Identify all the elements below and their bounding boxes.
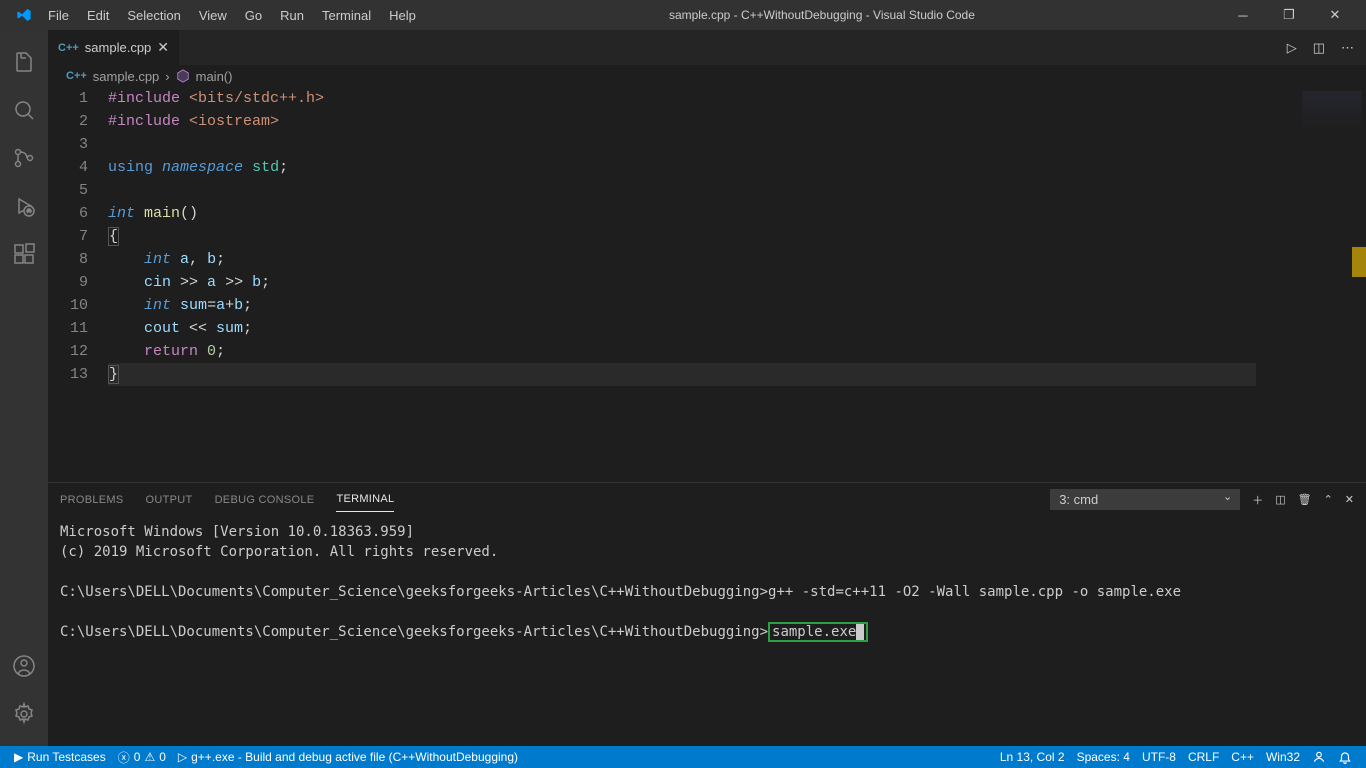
activity-bar: [0, 30, 48, 746]
split-terminal-icon[interactable]: ◫: [1275, 493, 1285, 506]
code-editor[interactable]: 12345678910111213 #include <bits/stdc++.…: [48, 87, 1366, 482]
panel-tab-terminal[interactable]: TERMINAL: [336, 487, 394, 512]
window-controls: ─ ❐ ✕: [1220, 0, 1358, 30]
run-testcases-button[interactable]: ▶ Run Testcases: [8, 746, 112, 768]
eol[interactable]: CRLF: [1182, 746, 1225, 768]
minimize-button[interactable]: ─: [1220, 0, 1266, 30]
breadcrumb-file: sample.cpp: [93, 69, 159, 84]
terminal-cursor: [856, 624, 864, 640]
tab-sample-cpp[interactable]: C++ sample.cpp ✕: [48, 30, 179, 65]
tab-label: sample.cpp: [85, 40, 151, 55]
panel-tabs: PROBLEMS OUTPUT DEBUG CONSOLE TERMINAL 3: c…: [48, 483, 1366, 516]
notifications-icon[interactable]: [1332, 746, 1358, 768]
language-mode[interactable]: C++: [1225, 746, 1260, 768]
build-task[interactable]: ▷ g++.exe - Build and debug active file …: [172, 746, 524, 768]
panel-tab-output[interactable]: OUTPUT: [146, 488, 193, 512]
explorer-icon[interactable]: [0, 38, 48, 86]
menu-file[interactable]: File: [40, 4, 77, 27]
feedback-icon[interactable]: [1306, 746, 1332, 768]
accounts-icon[interactable]: [0, 642, 48, 690]
platform[interactable]: Win32: [1260, 746, 1306, 768]
cursor-position[interactable]: Ln 13, Col 2: [994, 746, 1071, 768]
cpp-file-icon: C++: [66, 70, 87, 82]
source-control-icon[interactable]: [0, 134, 48, 182]
breadcrumb[interactable]: C++ sample.cpp › main(): [48, 65, 1366, 87]
extensions-icon[interactable]: [0, 230, 48, 278]
menu-bar: FileEditSelectionViewGoRunTerminalHelp: [40, 4, 424, 27]
encoding[interactable]: UTF-8: [1136, 746, 1182, 768]
run-icon[interactable]: ▷: [1287, 40, 1297, 56]
errors-warnings[interactable]: ⓧ 0 ⚠ 0: [112, 746, 172, 768]
panel-tab-problems[interactable]: PROBLEMS: [60, 488, 124, 512]
titlebar: FileEditSelectionViewGoRunTerminalHelp s…: [0, 0, 1366, 30]
run-debug-icon[interactable]: [0, 182, 48, 230]
tabs-bar: C++ sample.cpp ✕ ▷ ◫ ⋯: [48, 30, 1366, 65]
close-panel-icon[interactable]: ✕: [1345, 493, 1354, 506]
breadcrumb-symbol: main(): [196, 69, 233, 84]
cpp-file-icon: C++: [58, 42, 79, 54]
bottom-panel: PROBLEMS OUTPUT DEBUG CONSOLE TERMINAL 3: c…: [48, 482, 1366, 746]
code-content[interactable]: #include <bits/stdc++.h>#include <iostre…: [108, 87, 1366, 482]
settings-icon[interactable]: [0, 690, 48, 738]
terminal-output[interactable]: Microsoft Windows [Version 10.0.18363.95…: [48, 516, 1366, 746]
tab-close-icon[interactable]: ✕: [157, 39, 169, 56]
split-editor-icon[interactable]: ◫: [1313, 40, 1325, 56]
menu-selection[interactable]: Selection: [119, 4, 188, 27]
chevron-right-icon: ›: [165, 69, 169, 84]
status-bar: ▶ Run Testcases ⓧ 0 ⚠ 0 ▷ g++.exe - Buil…: [0, 746, 1366, 768]
menu-run[interactable]: Run: [272, 4, 312, 27]
scrollbar-marker: [1352, 247, 1366, 277]
vscode-logo-icon: [16, 7, 32, 23]
maximize-button[interactable]: ❐: [1266, 0, 1312, 30]
maximize-panel-icon[interactable]: ⌃: [1324, 493, 1333, 506]
more-actions-icon[interactable]: ⋯: [1341, 40, 1354, 56]
highlighted-command: sample.exe: [768, 622, 868, 642]
kill-terminal-icon[interactable]: 🗑: [1298, 493, 1312, 506]
tabs-actions: ▷ ◫ ⋯: [1287, 40, 1366, 56]
close-button[interactable]: ✕: [1312, 0, 1358, 30]
method-icon: [176, 69, 190, 83]
terminal-selector[interactable]: 3: cmd: [1050, 489, 1240, 510]
new-terminal-icon[interactable]: ＋: [1252, 492, 1263, 508]
menu-terminal[interactable]: Terminal: [314, 4, 379, 27]
indentation[interactable]: Spaces: 4: [1071, 746, 1136, 768]
line-numbers: 12345678910111213: [48, 87, 108, 482]
panel-actions: 3: cmd ＋ ◫ 🗑 ⌃ ✕: [1050, 489, 1354, 510]
menu-help[interactable]: Help: [381, 4, 424, 27]
menu-view[interactable]: View: [191, 4, 235, 27]
menu-edit[interactable]: Edit: [79, 4, 117, 27]
search-icon[interactable]: [0, 86, 48, 134]
panel-tab-debug-console[interactable]: DEBUG CONSOLE: [215, 488, 315, 512]
minimap[interactable]: [1256, 87, 1366, 482]
window-title: sample.cpp - C++WithoutDebugging - Visua…: [424, 8, 1220, 22]
menu-go[interactable]: Go: [237, 4, 270, 27]
